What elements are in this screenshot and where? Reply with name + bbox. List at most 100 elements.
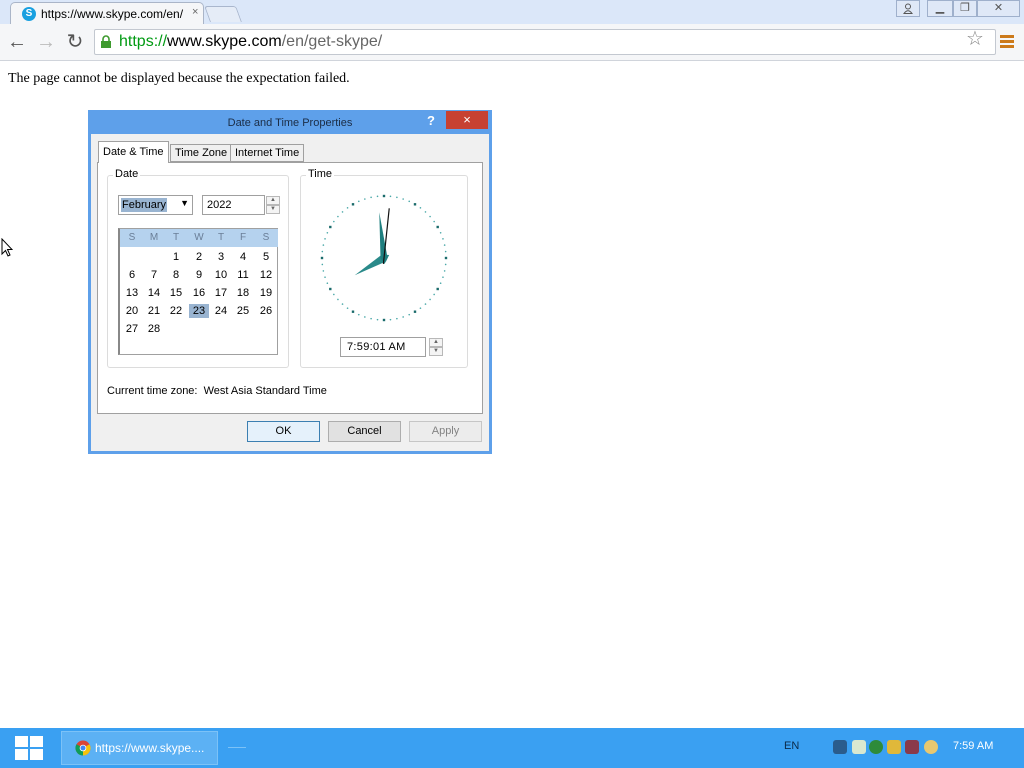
tab-close-icon[interactable]: × bbox=[192, 6, 198, 18]
clock-tick bbox=[346, 207, 349, 209]
clock-tick bbox=[436, 225, 439, 229]
clock-tick bbox=[333, 220, 335, 223]
calendar-day[interactable]: 26 bbox=[256, 304, 276, 318]
date-group: Date February ▼ 2022 ▲ ▼ SMTWTFS 1234567… bbox=[107, 168, 289, 368]
clock-tick bbox=[396, 196, 398, 199]
calendar-day[interactable]: 21 bbox=[144, 304, 164, 318]
calendar-day[interactable]: 15 bbox=[166, 286, 186, 300]
calendar-day[interactable]: 28 bbox=[144, 322, 164, 336]
apply-button[interactable]: Apply bbox=[409, 421, 482, 442]
user-profile-button[interactable] bbox=[896, 0, 920, 17]
time-up-spinner[interactable]: ▲ bbox=[429, 338, 443, 347]
calendar-day[interactable]: 18 bbox=[233, 286, 253, 300]
dialog-close-button[interactable]: × bbox=[446, 111, 488, 129]
shield-icon[interactable] bbox=[887, 740, 901, 754]
windows-start-icon[interactable] bbox=[10, 733, 48, 763]
cancel-button[interactable]: Cancel bbox=[328, 421, 401, 442]
browser-tab[interactable]: S https://www.skype.com/en/ × bbox=[10, 2, 204, 24]
forward-button[interactable]: → bbox=[35, 30, 57, 54]
clock-tick bbox=[443, 244, 446, 246]
clock-tick bbox=[419, 307, 422, 309]
calendar-day[interactable]: 24 bbox=[211, 304, 231, 318]
dialog-body: Date & Time Time Zone Internet Time Date… bbox=[91, 134, 489, 451]
calendar-day-selected[interactable]: 23 bbox=[189, 304, 209, 318]
address-bar[interactable]: https://www.skype.com/en/get-skype/ bbox=[94, 29, 996, 55]
time-field[interactable]: 7:59:01 AM bbox=[340, 337, 426, 357]
clock-tick bbox=[329, 225, 332, 229]
clock-tick bbox=[429, 298, 431, 301]
taskbar-chrome-button[interactable]: https://www.skype.... bbox=[61, 731, 218, 765]
calendar-day[interactable]: 3 bbox=[211, 250, 231, 264]
weekday-header: M bbox=[149, 232, 159, 243]
year-down-spinner[interactable]: ▼ bbox=[266, 205, 280, 214]
calendar-day[interactable]: 25 bbox=[233, 304, 253, 318]
timezone-label: Current time zone: bbox=[107, 385, 198, 397]
clock-tick bbox=[322, 270, 325, 272]
month-dropdown[interactable]: February ▼ bbox=[118, 195, 193, 215]
calendar-day[interactable]: 16 bbox=[189, 286, 209, 300]
taskbar-clock[interactable]: 7:59 AM bbox=[953, 740, 993, 752]
weekday-header: S bbox=[128, 232, 136, 243]
calendar-day[interactable]: 22 bbox=[166, 304, 186, 318]
timezone-value: West Asia Standard Time bbox=[203, 385, 327, 397]
chrome-menu-icon[interactable] bbox=[1000, 35, 1014, 49]
calendar-day[interactable]: 20 bbox=[122, 304, 142, 318]
clock-tick bbox=[413, 203, 417, 206]
chevron-down-icon: ▼ bbox=[180, 198, 189, 208]
calendar-day[interactable]: 4 bbox=[233, 250, 253, 264]
help-button[interactable]: ? bbox=[424, 111, 438, 131]
clock-tick bbox=[337, 298, 339, 301]
calendar-day[interactable]: 9 bbox=[189, 268, 209, 282]
clock-tick bbox=[321, 250, 324, 253]
calendar[interactable]: SMTWTFS 1 2 3 4 5 6 7 8 9 10 11 12 13 14 15 16 17 18 19 20 2… bbox=[118, 228, 278, 355]
browser-toolbar: ← → ↻ https://www.skype.com/en/get-skype… bbox=[0, 24, 1024, 61]
calendar-day[interactable]: 11 bbox=[233, 268, 253, 282]
month-value: February bbox=[121, 198, 168, 212]
people-icon[interactable] bbox=[905, 740, 919, 754]
notes-icon[interactable] bbox=[852, 740, 866, 754]
tab-date-time[interactable]: Date & Time bbox=[98, 141, 169, 163]
restore-button[interactable]: ❐ bbox=[953, 0, 977, 17]
calendar-day[interactable]: 6 bbox=[122, 268, 142, 282]
close-window-button[interactable]: ✕ bbox=[977, 0, 1020, 17]
calendar-day[interactable]: 2 bbox=[189, 250, 209, 264]
minimize-button[interactable]: ▁ bbox=[927, 0, 953, 17]
calendar-day[interactable]: 10 bbox=[211, 268, 231, 282]
time-down-spinner[interactable]: ▼ bbox=[429, 347, 443, 356]
bookmark-star-icon[interactable]: ☆ bbox=[966, 26, 984, 51]
clock-tick bbox=[442, 238, 444, 240]
date-time-dialog: Date and Time Properties ? × Date & Time… bbox=[88, 110, 492, 454]
back-button[interactable]: ← bbox=[6, 30, 28, 54]
calendar-day[interactable]: 19 bbox=[256, 286, 276, 300]
reload-button[interactable]: ↻ bbox=[64, 30, 86, 54]
calendar-day[interactable]: 13 bbox=[122, 286, 142, 300]
clock-tick bbox=[402, 198, 404, 200]
calendar-day[interactable]: 1 bbox=[166, 250, 186, 264]
sync-icon[interactable] bbox=[924, 740, 938, 754]
calendar-day[interactable]: 7 bbox=[144, 268, 164, 282]
ok-button[interactable]: OK bbox=[247, 421, 320, 442]
new-tab-button[interactable] bbox=[204, 6, 242, 22]
clock-tick bbox=[389, 195, 392, 198]
clock-tick bbox=[442, 276, 444, 278]
clock-tick bbox=[444, 263, 447, 266]
clock-tick bbox=[321, 263, 324, 266]
time-group: Time 7:59:01 AM ▲ ▼ bbox=[300, 168, 468, 368]
clock-tick bbox=[322, 244, 325, 246]
year-field[interactable]: 2022 bbox=[202, 195, 265, 215]
calendar-day[interactable]: 5 bbox=[256, 250, 276, 264]
tab-internet-time[interactable]: Internet Time bbox=[230, 144, 305, 162]
calendar-day[interactable]: 14 bbox=[144, 286, 164, 300]
year-up-spinner[interactable]: ▲ bbox=[266, 196, 280, 205]
calendar-day[interactable]: 8 bbox=[166, 268, 186, 282]
tab-time-zone[interactable]: Time Zone bbox=[170, 144, 233, 162]
clock-tick bbox=[364, 316, 366, 318]
calendar-day[interactable]: 12 bbox=[256, 268, 276, 282]
network-icon[interactable] bbox=[833, 740, 847, 754]
calendar-day[interactable]: 17 bbox=[211, 286, 231, 300]
language-indicator[interactable]: EN bbox=[784, 740, 799, 752]
calendar-day[interactable]: 27 bbox=[122, 322, 142, 336]
clock-tick bbox=[341, 211, 344, 213]
globe-icon[interactable] bbox=[869, 740, 883, 754]
clock-tick bbox=[424, 303, 427, 305]
